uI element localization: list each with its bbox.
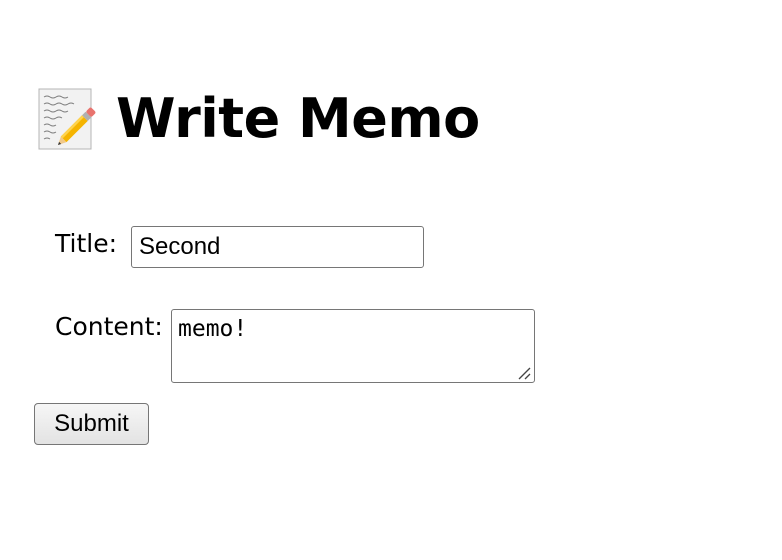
resize-grip-icon[interactable] — [516, 365, 532, 381]
title-input[interactable] — [131, 226, 424, 268]
write-memo-page: Write Memo Title: Content: memo! Submit — [0, 0, 782, 560]
title-label: Title: — [55, 229, 117, 258]
page-title: Write Memo — [116, 87, 480, 150]
memo-icon — [38, 87, 96, 151]
content-label: Content: — [55, 312, 163, 341]
content-textarea[interactable]: memo! — [171, 309, 535, 383]
submit-button[interactable]: Submit — [34, 403, 149, 445]
page-header: Write Memo — [38, 84, 480, 154]
